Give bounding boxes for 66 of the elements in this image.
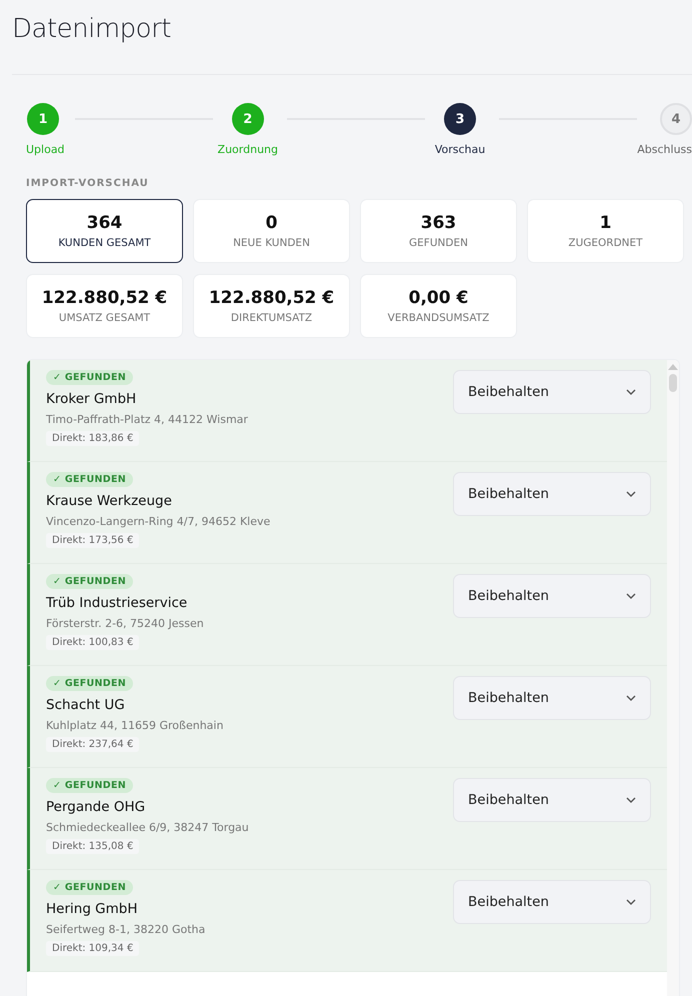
- stat-value: 0,00 €: [408, 288, 468, 308]
- customer-address: Schmiedeckeallee 6/9, 38247 Torgau: [46, 821, 249, 834]
- revenue-tag: Direkt: 173,56 €: [46, 533, 140, 548]
- stat-label: ZUGEORDNET: [568, 237, 643, 249]
- stat-label: UMSATZ GESAMT: [58, 312, 150, 324]
- revenue-tag: Direkt: 100,83 €: [46, 635, 140, 650]
- customer-name: Schacht UG: [46, 697, 125, 713]
- chevron-down-icon: [626, 899, 636, 905]
- stat-value: 0: [266, 213, 278, 233]
- action-dropdown[interactable]: Beibehalten: [453, 778, 651, 822]
- scrollbar-thumb[interactable]: [669, 374, 677, 392]
- revenue-tag: Direkt: 135,08 €: [46, 839, 140, 854]
- step-label: Vorschau: [434, 143, 486, 156]
- stat-value: 122.880,52 €: [208, 288, 334, 308]
- stat-label: VERBANDSUMSATZ: [388, 312, 490, 324]
- stat-label: NEUE KUNDEN: [233, 237, 310, 249]
- status-badge: ✓ GEFUNDEN: [46, 778, 134, 793]
- page-title: Datenimport: [12, 13, 172, 46]
- customer-name: Pergande OHG: [46, 799, 146, 815]
- stat-value: 364: [86, 213, 122, 233]
- stat-card[interactable]: 364 KUNDEN GESAMT: [26, 199, 183, 263]
- step-label: Upload: [26, 143, 65, 156]
- stat-card[interactable]: 0 NEUE KUNDEN: [193, 199, 350, 263]
- stat-value: 363: [420, 213, 456, 233]
- action-dropdown[interactable]: Beibehalten: [453, 880, 651, 924]
- status-badge: ✓ GEFUNDEN: [46, 574, 134, 589]
- customer-name: Hering GmbH: [46, 901, 138, 917]
- stat-card[interactable]: 1 ZUGEORDNET: [527, 199, 684, 263]
- step-label: Zuordnung: [218, 143, 278, 156]
- stat-card[interactable]: 122.880,52 € DIREKTUMSATZ: [193, 274, 350, 338]
- status-badge: ✓ GEFUNDEN: [46, 370, 134, 385]
- chevron-down-icon: [626, 695, 636, 701]
- step-label: Abschluss: [637, 143, 692, 156]
- revenue-tag: Direkt: 183,86 €: [46, 431, 140, 446]
- customer-name: Trüb Industrieservice: [46, 595, 188, 611]
- chevron-down-icon: [626, 593, 636, 599]
- stat-value: 122.880,52 €: [42, 288, 168, 308]
- step-circle[interactable]: 4: [660, 103, 692, 135]
- stat-value: 1: [600, 213, 612, 233]
- customer-address: Seifertweg 8-1, 38220 Gotha: [46, 923, 206, 936]
- customer-address: Timo-Paffrath-Platz 4, 44122 Wismar: [46, 413, 248, 426]
- customer-name: Krause Werkzeuge: [46, 493, 172, 509]
- customer-address: Försterstr. 2-6, 75240 Jessen: [46, 617, 204, 630]
- stat-card[interactable]: 122.880,52 € UMSATZ GESAMT: [26, 274, 183, 338]
- customer-address: Vincenzo-Langern-Ring 4/7, 94652 Kleve: [46, 515, 270, 528]
- action-dropdown[interactable]: Beibehalten: [453, 370, 651, 414]
- chevron-down-icon: [626, 797, 636, 803]
- status-badge: ✓ GEFUNDEN: [46, 880, 134, 895]
- action-dropdown[interactable]: Beibehalten: [453, 472, 651, 516]
- stat-card[interactable]: 363 GEFUNDEN: [360, 199, 517, 263]
- customer-name: Kroker GmbH: [46, 391, 136, 407]
- stat-label: GEFUNDEN: [409, 237, 468, 249]
- action-dropdown[interactable]: Beibehalten: [453, 676, 651, 720]
- step-circle[interactable]: 3: [444, 103, 476, 135]
- revenue-tag: Direkt: 109,34 €: [46, 941, 140, 956]
- status-badge: ✓ GEFUNDEN: [46, 676, 134, 691]
- section-heading: IMPORT-VORSCHAU: [26, 178, 150, 189]
- customer-address: Kuhlplatz 44, 11659 Großenhain: [46, 719, 224, 732]
- action-dropdown[interactable]: Beibehalten: [453, 574, 651, 618]
- stat-card[interactable]: 0,00 € VERBANDSUMSATZ: [360, 274, 517, 338]
- revenue-tag: Direkt: 237,64 €: [46, 737, 140, 752]
- chevron-down-icon: [626, 389, 636, 395]
- chevron-down-icon: [626, 491, 636, 497]
- stat-label: DIREKTUMSATZ: [230, 312, 312, 324]
- status-badge: ✓ GEFUNDEN: [46, 472, 134, 487]
- stat-label: KUNDEN GESAMT: [58, 237, 151, 249]
